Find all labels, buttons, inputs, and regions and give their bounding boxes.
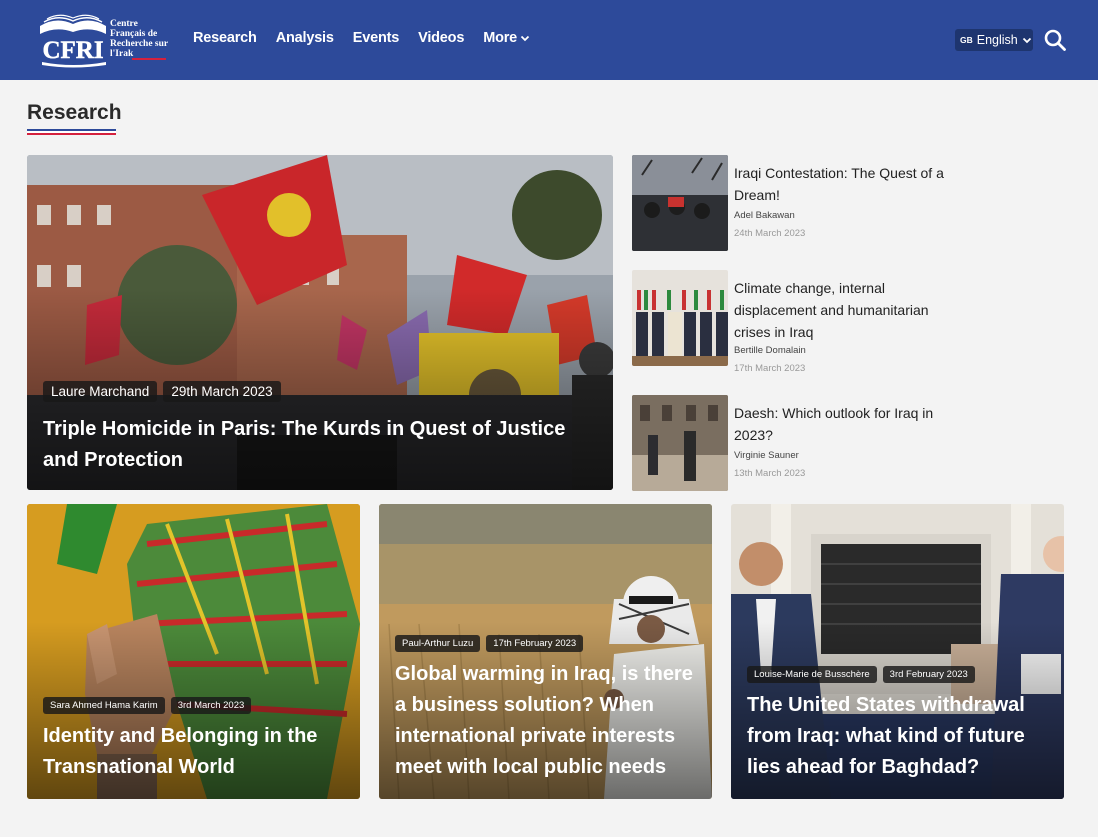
logo-text: Centre Français de Recherche sur l'Irak [110, 19, 168, 59]
featured-article-title[interactable]: Triple Homicide in Paris: The Kurds in Q… [43, 414, 603, 476]
author-badge[interactable]: Sara Ahmed Hama Karim [43, 697, 165, 714]
logo-underline [132, 58, 166, 60]
featured-article-card[interactable]: Laure Marchand 29th March 2023 Triple Ho… [27, 155, 613, 490]
article-card-meta: Sara Ahmed Hama Karim 3rd March 2023 [43, 697, 252, 714]
side-article-thumbnail [632, 395, 728, 491]
author-badge[interactable]: Louise-Marie de Busschère [747, 666, 877, 683]
chevron-down-icon [520, 35, 530, 42]
logo-book-icon: CFRI [39, 14, 107, 68]
top-navbar: CFRI Centre Français de Recherche sur l'… [0, 0, 1098, 80]
page-title: Research [27, 101, 122, 124]
date-badge: 17th February 2023 [486, 635, 584, 652]
side-article-item[interactable]: Iraqi Contestation: The Quest of a Dream… [632, 155, 962, 251]
side-article-thumbnail [632, 270, 728, 366]
flag-icon: GB [960, 35, 973, 45]
site-logo[interactable]: CFRI Centre Français de Recherche sur l'… [36, 12, 168, 70]
article-card-title[interactable]: The United States withdrawal from Iraq: … [747, 690, 1057, 783]
article-card[interactable]: Sara Ahmed Hama Karim 3rd March 2023 Ide… [27, 504, 360, 799]
article-card-title[interactable]: Global warming in Iraq, is there a busin… [395, 659, 700, 783]
article-card[interactable]: Paul-Arthur Luzu 17th February 2023 Glob… [379, 504, 712, 799]
side-article-title[interactable]: Iraqi Contestation: The Quest of a Dream… [734, 162, 959, 206]
language-label: English [976, 33, 1018, 47]
side-article-thumbnail [632, 155, 728, 251]
language-select[interactable]: GB English [955, 29, 1033, 51]
search-icon[interactable] [1043, 28, 1067, 52]
side-article-author[interactable]: Virginie Sauner [734, 450, 799, 461]
featured-article-meta: Laure Marchand 29th March 2023 [43, 381, 281, 402]
side-article-title[interactable]: Climate change, internal displacement an… [734, 277, 959, 343]
nav-item-more[interactable]: More [483, 30, 530, 46]
article-card[interactable]: Louise-Marie de Busschère 3rd February 2… [731, 504, 1064, 799]
chevron-down-icon [1022, 37, 1031, 44]
author-badge[interactable]: Paul-Arthur Luzu [395, 635, 481, 652]
date-badge: 3rd March 2023 [170, 697, 252, 714]
side-article-item[interactable]: Climate change, internal displacement an… [632, 270, 962, 374]
nav-item-events[interactable]: Events [353, 30, 400, 46]
nav-item-more-label: More [483, 30, 518, 46]
nav-item-research[interactable]: Research [193, 30, 257, 46]
side-article-date: 24th March 2023 [734, 228, 806, 239]
nav-item-videos[interactable]: Videos [418, 30, 464, 46]
article-card-meta: Paul-Arthur Luzu 17th February 2023 [395, 635, 584, 652]
side-article-date: 13th March 2023 [734, 468, 806, 479]
side-article-title[interactable]: Daesh: Which outlook for Iraq in 2023? [734, 402, 959, 446]
date-badge: 3rd February 2023 [882, 666, 975, 683]
article-card-meta: Louise-Marie de Busschère 3rd February 2… [747, 666, 975, 683]
side-article-author[interactable]: Adel Bakawan [734, 210, 795, 221]
main-nav: Research Analysis Events Videos More [193, 30, 549, 46]
article-card-title[interactable]: Identity and Belonging in the Transnatio… [43, 721, 348, 783]
nav-item-analysis[interactable]: Analysis [276, 30, 334, 46]
side-article-item[interactable]: Daesh: Which outlook for Iraq in 2023? V… [632, 395, 962, 491]
author-badge[interactable]: Laure Marchand [43, 381, 158, 402]
svg-text:CFRI: CFRI [42, 37, 103, 64]
side-article-author[interactable]: Bertille Domalain [734, 345, 806, 356]
date-badge: 29th March 2023 [163, 381, 281, 402]
title-rule [27, 129, 116, 135]
side-article-date: 17th March 2023 [734, 363, 806, 374]
